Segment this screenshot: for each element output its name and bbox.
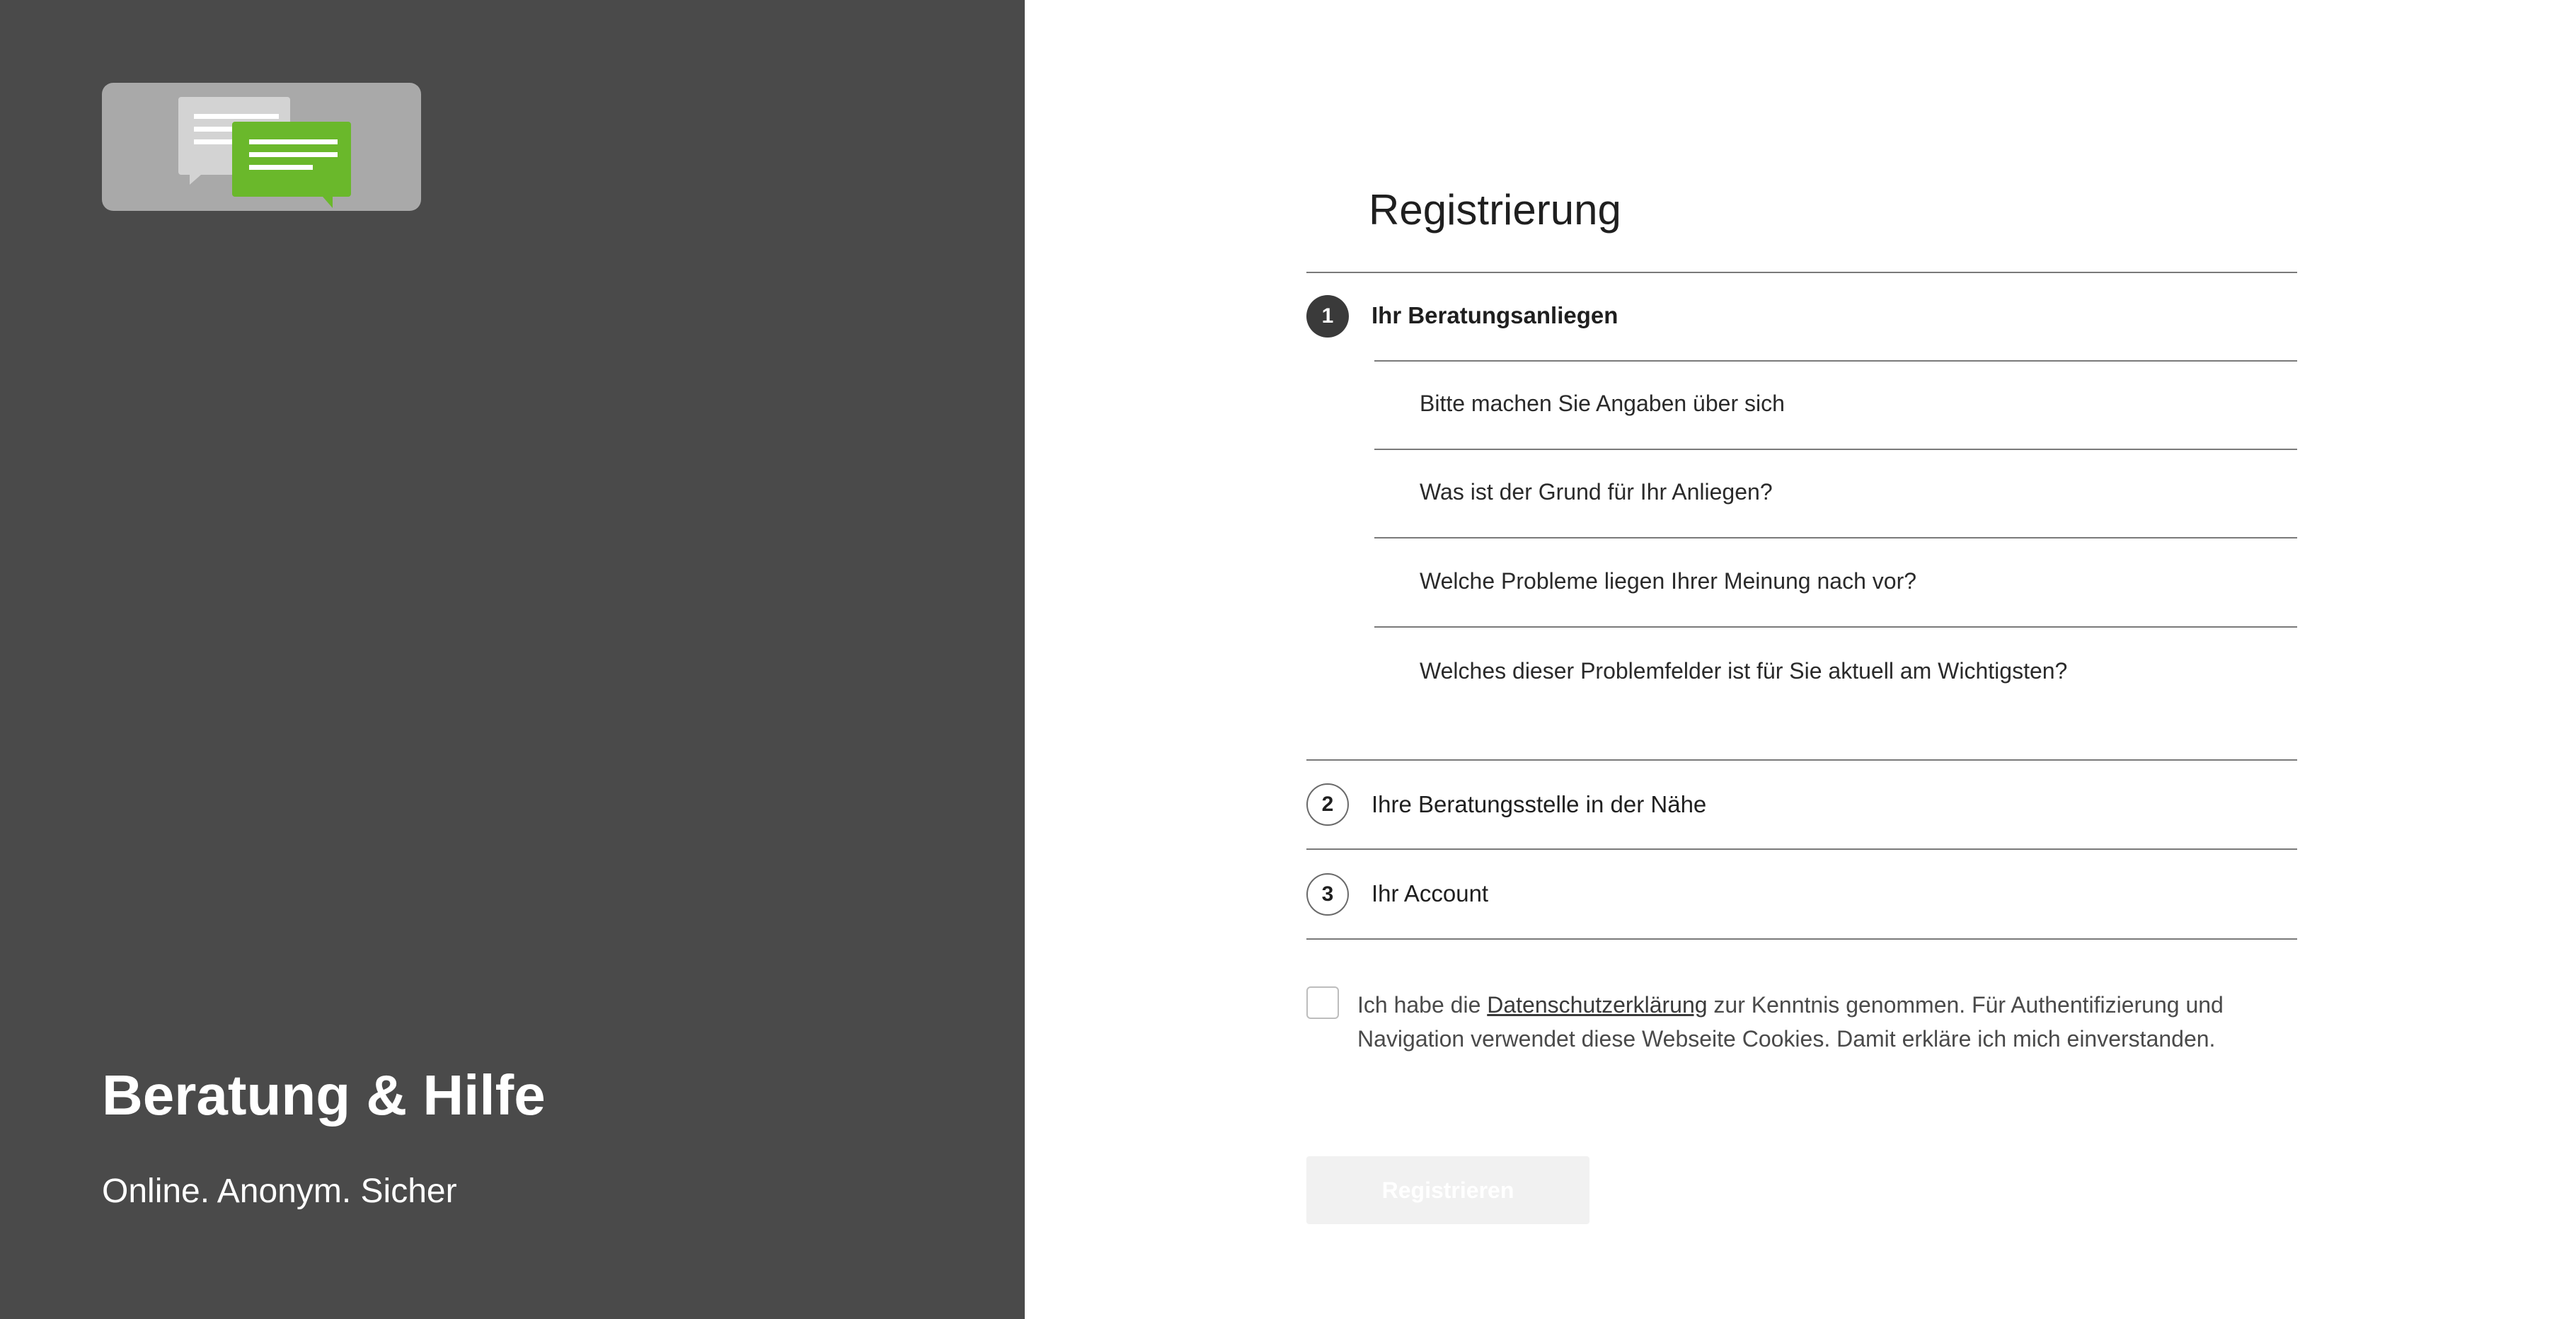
page-title: Registrierung — [1369, 186, 1621, 234]
step-number-badge: 1 — [1306, 295, 1349, 338]
divider — [1306, 272, 2297, 273]
chat-bubbles-icon — [178, 97, 351, 208]
brand-subtitle: Online. Anonym. Sicher — [102, 1173, 457, 1210]
divider — [1306, 938, 2297, 940]
brand-title: Beratung & Hilfe — [102, 1064, 546, 1127]
divider — [1306, 848, 2297, 850]
step-label: Ihr Account — [1372, 880, 1489, 906]
privacy-policy-link[interactable]: Datenschutzerklärung — [1487, 992, 1707, 1018]
divider — [1374, 449, 2297, 450]
divider — [1306, 759, 2297, 761]
register-button[interactable]: Registrieren — [1306, 1156, 1589, 1224]
step-item-about-you[interactable]: Bitte machen Sie Angaben über sich — [1420, 391, 1785, 417]
step-label: Ihre Beratungsstelle in der Nähe — [1372, 791, 1707, 817]
brand-panel: Beratung & Hilfe Online. Anonym. Sicher — [0, 0, 1025, 1319]
step-item-problems[interactable]: Welche Probleme liegen Ihrer Meinung nac… — [1420, 568, 1916, 594]
step-label: Ihr Beratungsanliegen — [1372, 302, 1618, 328]
step-number-badge: 3 — [1306, 873, 1349, 916]
step-item-priority[interactable]: Welches dieser Problemfelder ist für Sie… — [1420, 658, 2067, 684]
privacy-consent-checkbox[interactable] — [1306, 986, 1339, 1019]
privacy-consent-text: Ich habe die Datenschutzerklärung zur Ke… — [1357, 988, 2299, 1056]
divider — [1374, 626, 2297, 628]
step-number-badge: 2 — [1306, 783, 1349, 826]
registration-form: Registrierung 1 Ihr Beratungsanliegen Bi… — [1306, 0, 2297, 1319]
divider — [1374, 537, 2297, 538]
divider — [1374, 360, 2297, 362]
step-item-reason[interactable]: Was ist der Grund für Ihr Anliegen? — [1420, 479, 1773, 505]
logo — [102, 83, 421, 211]
consent-text-start: Ich habe die — [1357, 992, 1488, 1018]
